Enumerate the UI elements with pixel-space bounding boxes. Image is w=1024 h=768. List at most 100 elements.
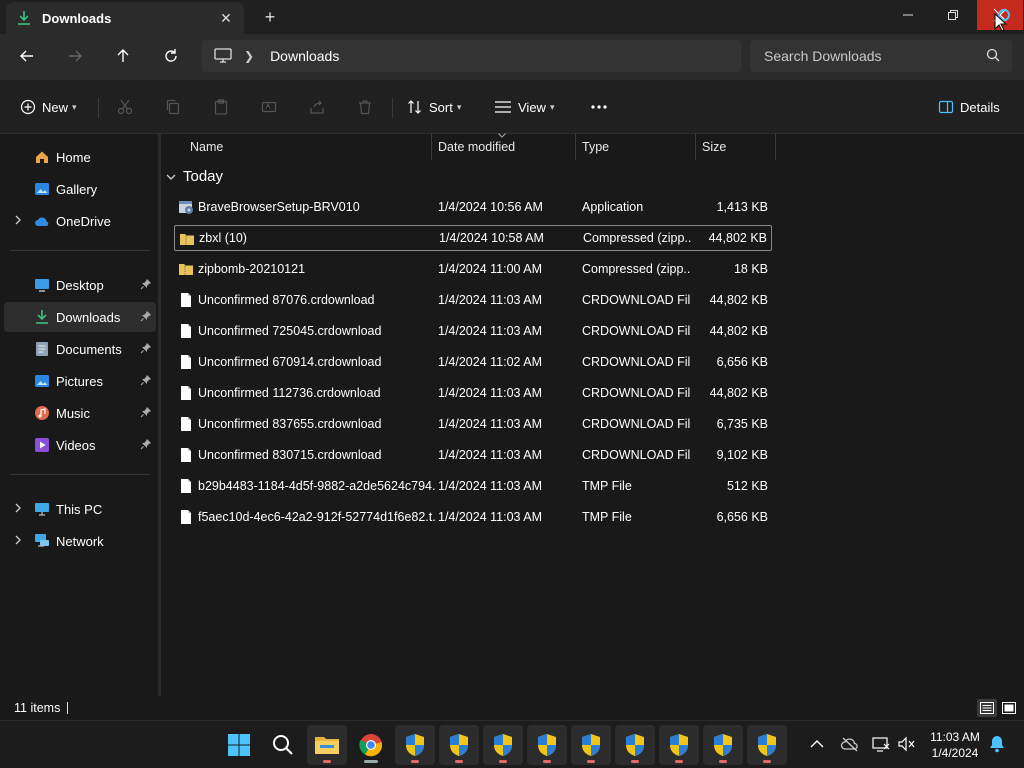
file-date: 1/4/2024 11:03 AM	[438, 324, 543, 338]
taskbar-uac-prompt[interactable]	[659, 725, 699, 765]
chevron-right-icon[interactable]	[12, 214, 24, 226]
more-options-button[interactable]	[587, 95, 611, 119]
sidebar-item-documents[interactable]: Documents	[4, 334, 156, 364]
notifications-button[interactable]	[986, 733, 1008, 755]
chevron-right-icon[interactable]	[12, 502, 24, 514]
sort-button[interactable]: Sort ▾	[407, 94, 461, 120]
taskbar-uac-prompt[interactable]	[703, 725, 743, 765]
file-icon	[181, 448, 191, 462]
sidebar-item-onedrive[interactable]: OneDrive	[4, 206, 156, 236]
column-label: Size	[702, 140, 727, 154]
restore-button[interactable]	[930, 0, 976, 30]
sidebar-item-home[interactable]: Home	[4, 142, 156, 172]
file-row[interactable]: f5aec10d-4ec6-42a2-912f-52774d1f6e82.t..…	[174, 504, 772, 530]
refresh-button[interactable]	[157, 44, 185, 68]
taskbar-chrome[interactable]	[351, 725, 391, 765]
file-date: 1/4/2024 11:03 AM	[438, 417, 543, 431]
minimize-icon	[903, 14, 913, 16]
sidebar-item-desktop[interactable]: Desktop	[4, 270, 156, 300]
taskbar-search-button[interactable]	[263, 725, 303, 765]
clock[interactable]: 11:03 AM 1/4/2024	[922, 729, 988, 761]
paste-button[interactable]	[209, 95, 233, 119]
file-row[interactable]: BraveBrowserSetup-BRV010 1/4/2024 10:56 …	[174, 194, 772, 220]
taskbar-uac-prompt[interactable]	[395, 725, 435, 765]
new-button[interactable]: New ▾	[20, 94, 77, 120]
details-pane-icon	[938, 100, 954, 114]
share-button[interactable]	[305, 95, 329, 119]
volume-tray-button[interactable]	[896, 733, 918, 755]
network-tray-button[interactable]	[870, 733, 892, 755]
file-size: 18 KB	[733, 262, 768, 276]
search-input[interactable]	[764, 48, 974, 64]
onedrive-tray-button[interactable]	[839, 733, 861, 755]
running-indicator	[675, 760, 683, 763]
home-icon	[34, 149, 50, 165]
sidebar-item-gallery[interactable]: Gallery	[4, 174, 156, 204]
column-label: Type	[582, 140, 610, 154]
search-box[interactable]	[750, 40, 1012, 72]
file-list: Name Date modified Type Size Today Brave…	[161, 133, 1024, 696]
pin-icon	[140, 375, 151, 386]
start-icon	[228, 734, 250, 756]
chevron-right-icon[interactable]	[12, 534, 24, 546]
details-label: Details	[960, 99, 1000, 115]
sidebar-item-pictures[interactable]: Pictures	[4, 366, 156, 396]
sidebar-item-this-pc[interactable]: This PC	[4, 494, 156, 524]
file-row[interactable]: Unconfirmed 87076.crdownload 1/4/2024 11…	[174, 287, 772, 313]
file-row-selected[interactable]: zbxl (10) 1/4/2024 10:58 AM Compressed (…	[174, 225, 772, 251]
start-button[interactable]	[219, 725, 259, 765]
view-label: View	[518, 99, 546, 115]
column-header-size[interactable]: Size	[696, 134, 776, 160]
file-type: CRDOWNLOAD File	[582, 386, 690, 400]
file-row[interactable]: zipbomb-20210121 1/4/2024 11:00 AM Compr…	[174, 256, 772, 282]
cut-button[interactable]	[113, 95, 137, 119]
file-icon	[181, 386, 191, 400]
copy-button[interactable]	[161, 95, 185, 119]
taskbar-uac-prompt[interactable]	[615, 725, 655, 765]
file-row[interactable]: Unconfirmed 112736.crdownload 1/4/2024 1…	[174, 380, 772, 406]
file-row[interactable]: Unconfirmed 725045.crdownload 1/4/2024 1…	[174, 318, 772, 344]
delete-button[interactable]	[353, 95, 377, 119]
chevron-down-icon: ▾	[456, 101, 462, 112]
back-arrow-icon	[20, 50, 33, 62]
uac-shield-icon	[758, 734, 776, 756]
taskbar-uac-prompt[interactable]	[483, 725, 523, 765]
details-view-toggle[interactable]	[977, 699, 997, 717]
sidebar-item-music[interactable]: Music	[4, 398, 156, 428]
address-bar[interactable]: ❯ Downloads	[202, 40, 741, 72]
divider	[10, 474, 150, 475]
column-header-type[interactable]: Type	[576, 134, 696, 160]
sidebar-item-network[interactable]: Network	[4, 526, 156, 556]
details-button[interactable]: Details	[938, 94, 1000, 120]
taskbar-uac-prompt[interactable]	[527, 725, 567, 765]
view-button[interactable]: View ▾	[494, 94, 554, 120]
tab-close-icon[interactable]: ✕	[218, 10, 234, 26]
tab-downloads[interactable]: Downloads ✕	[6, 2, 244, 34]
taskbar-uac-prompt[interactable]	[439, 725, 479, 765]
file-row[interactable]: Unconfirmed 837655.crdownload 1/4/2024 1…	[174, 411, 772, 437]
tiles-view-toggle[interactable]	[999, 699, 1019, 717]
taskbar-file-explorer[interactable]	[307, 725, 347, 765]
sidebar-item-videos[interactable]: Videos	[4, 430, 156, 460]
column-header-date[interactable]: Date modified	[432, 133, 576, 160]
file-row[interactable]: b29b4483-1184-4d5f-9882-a2de5624c794....…	[174, 473, 772, 499]
forward-button[interactable]	[61, 44, 89, 68]
file-row[interactable]: Unconfirmed 830715.crdownload 1/4/2024 1…	[174, 442, 772, 468]
taskbar-uac-prompt[interactable]	[747, 725, 787, 765]
group-header-today[interactable]: Today	[165, 168, 223, 185]
breadcrumb[interactable]: Downloads	[270, 48, 339, 64]
taskbar-uac-prompt[interactable]	[571, 725, 611, 765]
sidebar-item-downloads[interactable]: Downloads	[4, 302, 156, 332]
rename-button[interactable]	[257, 95, 281, 119]
network-icon	[34, 533, 50, 549]
show-hidden-icons-button[interactable]	[806, 733, 828, 755]
up-button[interactable]	[109, 44, 137, 68]
file-row[interactable]: Unconfirmed 670914.crdownload 1/4/2024 1…	[174, 349, 772, 375]
minimize-button[interactable]	[885, 0, 931, 30]
rename-icon	[261, 101, 277, 113]
file-size: 6,656 KB	[716, 355, 768, 369]
new-tab-button[interactable]: +	[259, 7, 281, 27]
column-header-name[interactable]: Name	[184, 134, 432, 160]
file-date: 1/4/2024 11:03 AM	[438, 386, 543, 400]
back-button[interactable]	[13, 44, 41, 68]
